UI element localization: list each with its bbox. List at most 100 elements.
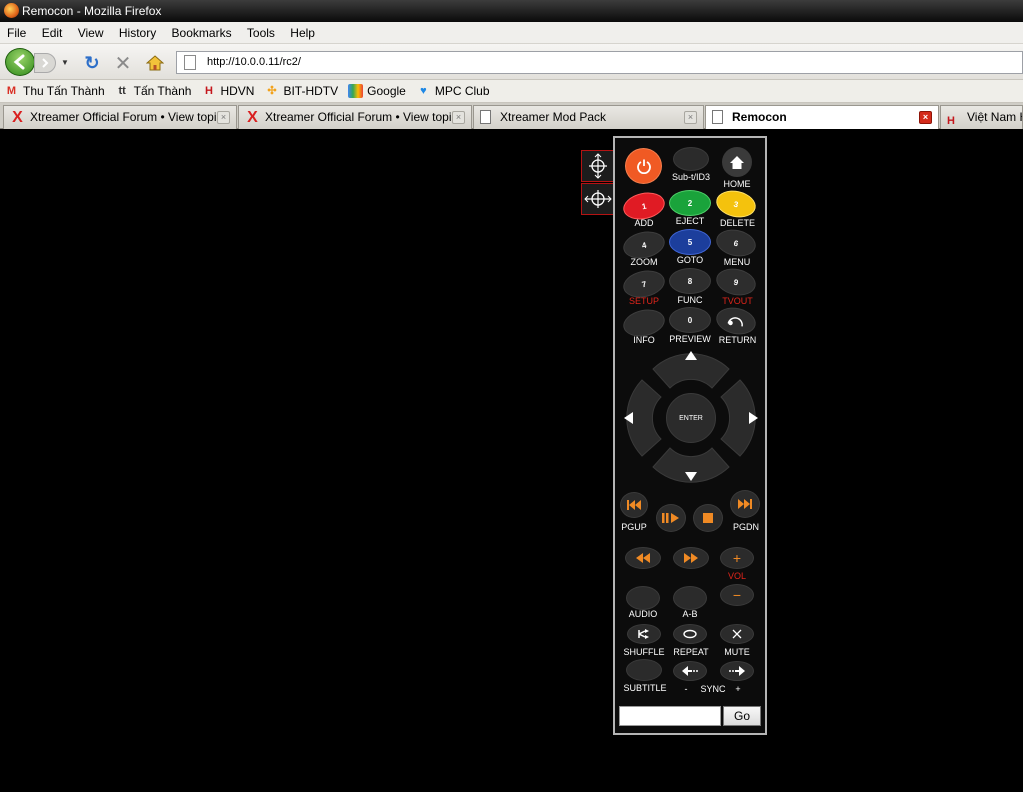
bookmark-item[interactable]: tt Tấn Thành — [115, 80, 191, 103]
key-8-button[interactable]: 8 — [669, 268, 711, 294]
preview-label: PREVIEW — [669, 334, 711, 344]
page-icon — [184, 55, 196, 70]
close-icon[interactable]: × — [919, 111, 932, 124]
key-2-button[interactable]: 2 — [669, 190, 711, 216]
power-button[interactable] — [625, 148, 662, 184]
tab-remocon[interactable]: Remocon × — [705, 105, 939, 130]
pgup-label: PGUP — [621, 522, 647, 532]
bookmark-item[interactable]: ✣ BIT-HDTV — [264, 80, 338, 103]
volume-up-button[interactable]: + — [720, 547, 754, 569]
window-title: Remocon - Mozilla Firefox — [22, 4, 162, 18]
add-label: ADD — [634, 218, 654, 228]
remote-control-panel: Sub-t/ID3 HOME 1 ADD 2 EJECT 3 DELETE 4 … — [613, 136, 767, 735]
hdvn-icon: H — [947, 115, 955, 127]
repeat-label: REPEAT — [673, 647, 709, 657]
key-3-button[interactable]: 3 — [713, 187, 759, 221]
menu-bar: File Edit View History Bookmarks Tools H… — [0, 22, 1023, 44]
play-pause-button[interactable] — [656, 504, 686, 532]
bookmark-item[interactable]: M Thu Tấn Thành — [4, 80, 105, 103]
previous-button[interactable] — [620, 492, 648, 518]
menu-edit[interactable]: Edit — [36, 22, 69, 44]
repeat-button[interactable] — [673, 624, 707, 644]
setup-label: SETUP — [628, 296, 659, 306]
close-icon[interactable]: × — [217, 111, 230, 124]
home-icon[interactable] — [145, 53, 165, 73]
menu-help[interactable]: Help — [284, 22, 321, 44]
sync-minus-button[interactable] — [673, 661, 707, 681]
skip-back-icon — [627, 500, 641, 510]
bookmark-item[interactable]: ♥ MPC Club — [416, 80, 489, 103]
key-6-button[interactable]: 6 — [713, 226, 759, 260]
sub-t-id3-label: Sub-t/ID3 — [671, 172, 711, 182]
menu-history[interactable]: History — [113, 22, 162, 44]
subtitle-button[interactable] — [626, 659, 662, 681]
page-icon — [480, 110, 491, 124]
tab-viet-nam[interactable]: H Việt Nam H — [940, 105, 1023, 129]
key-5-button[interactable]: 5 — [669, 229, 711, 255]
title-bar: Remocon - Mozilla Firefox — [0, 0, 1023, 22]
page-icon — [712, 110, 723, 124]
fast-forward-button[interactable] — [673, 547, 709, 569]
sync-label: SYNC — [700, 684, 726, 694]
move-handles — [581, 150, 614, 215]
return-label: RETURN — [718, 335, 757, 345]
key-0-button[interactable]: 0 — [669, 307, 711, 333]
subtitle-id3-button[interactable] — [673, 147, 709, 171]
back-button[interactable] — [5, 48, 35, 76]
zoom-label: ZOOM — [630, 257, 658, 267]
reload-icon[interactable]: ↻ — [82, 53, 102, 73]
bookmark-item[interactable]: H HDVN — [201, 80, 255, 103]
sync-plus-button[interactable] — [720, 661, 754, 681]
enter-button[interactable]: ENTER — [666, 393, 716, 443]
audio-button[interactable] — [626, 586, 660, 610]
return-button[interactable] — [713, 304, 759, 338]
goto-label: GOTO — [676, 255, 704, 265]
mute-label: MUTE — [724, 647, 750, 657]
xtreamer-icon: X — [12, 109, 23, 126]
tab-xtreamer-forum-1[interactable]: X Xtreamer Official Forum • View topi...… — [3, 105, 237, 129]
tt-icon: tt — [118, 85, 126, 97]
go-button[interactable]: Go — [723, 706, 761, 726]
menu-view[interactable]: View — [72, 22, 110, 44]
sync-minus-label: - — [684, 684, 688, 694]
command-input[interactable] — [619, 706, 721, 726]
menu-bookmarks[interactable]: Bookmarks — [166, 22, 238, 44]
skip-forward-icon — [738, 499, 752, 509]
volume-down-button[interactable]: − — [720, 584, 754, 606]
move-horizontal-button[interactable] — [581, 183, 614, 215]
tab-xtreamer-forum-2[interactable]: X Xtreamer Official Forum • View topi...… — [238, 105, 472, 129]
forward-button[interactable] — [34, 53, 56, 73]
stop-button[interactable] — [693, 504, 723, 532]
url-input[interactable]: http://10.0.0.11/rc2/ — [176, 51, 1023, 74]
info-label: INFO — [633, 335, 655, 345]
delete-label: DELETE — [719, 218, 755, 228]
menu-tools[interactable]: Tools — [241, 22, 281, 44]
gmail-icon: M — [6, 85, 17, 97]
bookmarks-toolbar: M Thu Tấn Thành tt Tấn Thành H HDVN ✣ BIT-HD… — [0, 80, 1023, 103]
next-button[interactable] — [730, 490, 760, 518]
mute-button[interactable] — [720, 624, 754, 644]
menu-label: MENU — [723, 257, 751, 267]
tvout-label: TVOUT — [722, 296, 753, 306]
func-label: FUNC — [677, 295, 703, 305]
key-9-button[interactable]: 9 — [713, 265, 759, 299]
move-vertical-button[interactable] — [581, 150, 614, 182]
play-pause-icon — [662, 513, 679, 523]
menu-file[interactable]: File — [0, 22, 32, 44]
bookmark-item[interactable]: Google — [348, 80, 406, 103]
heart-icon: ♥ — [420, 85, 427, 97]
close-icon[interactable]: × — [452, 111, 465, 124]
rewind-button[interactable] — [625, 547, 661, 569]
tab-xtreamer-mod-pack[interactable]: Xtreamer Mod Pack × — [473, 105, 704, 129]
audio-label: AUDIO — [628, 609, 658, 619]
shuffle-button[interactable] — [627, 624, 661, 644]
navigation-toolbar: ▼ ↻ ✕ http://10.0.0.11/rc2/ — [0, 44, 1023, 80]
arrow-right-icon — [729, 666, 745, 676]
close-icon[interactable]: × — [684, 111, 697, 124]
history-dropdown-icon[interactable]: ▼ — [60, 57, 70, 67]
crosshair-horizontal-icon — [583, 190, 612, 208]
a-b-button[interactable] — [673, 586, 707, 610]
home-button[interactable] — [722, 147, 752, 177]
stop-icon[interactable]: ✕ — [113, 53, 133, 75]
url-text: http://10.0.0.11/rc2/ — [207, 56, 301, 68]
